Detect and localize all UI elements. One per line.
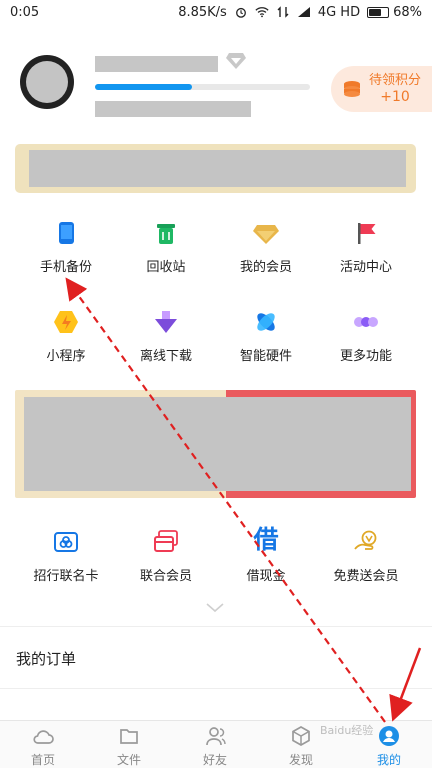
tab-label: 文件	[116, 753, 141, 767]
joint-member-card-icon	[154, 530, 178, 552]
tab-friends[interactable]: 好友	[172, 725, 258, 768]
borrow-cash-icon: 借	[253, 525, 279, 554]
tool-activity-center[interactable]: 活动中心	[316, 220, 416, 275]
recycle-bin-icon	[157, 224, 175, 244]
service-label: 招行联名卡	[33, 569, 99, 584]
service-label: 借现金	[246, 569, 286, 584]
coin-stack-icon	[344, 81, 360, 97]
section-divider	[0, 688, 432, 689]
service-joint-member[interactable]: 联合会员	[116, 529, 216, 584]
folder-icon	[120, 729, 138, 744]
net-speed: 8.85K/s	[178, 4, 227, 20]
tool-recycle-bin[interactable]: 回收站	[116, 220, 216, 275]
more-dots-icon	[354, 317, 378, 327]
signal-icon	[297, 7, 310, 17]
tab-label: 发现	[288, 753, 313, 767]
tool-more-functions[interactable]: 更多功能	[316, 309, 416, 364]
tool-label: 智能硬件	[239, 349, 292, 364]
tool-label: 离线下载	[139, 349, 192, 364]
service-free-vip[interactable]: 免费送会员	[316, 529, 416, 584]
my-orders-title[interactable]: 我的订单	[16, 648, 76, 669]
tool-label: 我的会员	[239, 260, 292, 275]
vip-diamond-icon[interactable]	[226, 52, 246, 70]
tool-mini-program[interactable]: 小程序	[16, 309, 116, 364]
friends-icon	[206, 727, 226, 746]
bank-card-icon	[54, 532, 78, 552]
promo-banner-top[interactable]	[15, 144, 416, 193]
level-progress-fill	[95, 84, 192, 90]
annotation-solid-arrow	[389, 647, 422, 722]
vip-diamond-icon	[253, 225, 279, 244]
offline-download-icon	[155, 311, 177, 333]
phone-backup-icon	[59, 222, 74, 244]
user-info-redacted	[95, 101, 251, 117]
alarm-icon	[235, 7, 246, 18]
battery-indicator: 68%	[367, 5, 422, 20]
tab-files[interactable]: 文件	[86, 725, 172, 768]
wifi-icon	[255, 7, 269, 18]
tool-my-vip[interactable]: 我的会员	[216, 220, 316, 275]
section-divider	[0, 626, 432, 627]
battery-percent: 68%	[393, 4, 422, 20]
battery-icon	[367, 6, 390, 18]
tab-label: 我的	[376, 753, 401, 767]
tool-label: 活动中心	[339, 260, 392, 275]
data-transfer-icon	[277, 6, 289, 18]
promo-banner-middle[interactable]	[15, 390, 416, 498]
service-cmb-card[interactable]: 招行联名卡	[16, 529, 116, 584]
mini-program-icon	[54, 311, 78, 333]
status-time: 0:05	[10, 4, 40, 20]
pending-points-button[interactable]: 待领积分 +10	[331, 66, 432, 112]
tool-label: 更多功能	[339, 349, 392, 364]
username-redacted	[95, 56, 218, 72]
tab-label: 首页	[30, 753, 55, 767]
pending-points-label: 待领积分	[369, 73, 422, 88]
tool-label: 小程序	[46, 349, 86, 364]
avatar[interactable]	[20, 55, 74, 109]
level-progress-bar	[95, 84, 310, 90]
flag-icon	[358, 223, 376, 244]
cloud-icon	[33, 730, 54, 744]
pending-points-value: +10	[380, 89, 410, 105]
service-label: 联合会员	[139, 569, 192, 584]
free-vip-icon	[354, 530, 377, 550]
me-icon	[379, 726, 399, 746]
banner-image-redacted	[24, 397, 411, 491]
discover-icon	[292, 726, 310, 746]
tool-offline-download[interactable]: 离线下载	[116, 309, 216, 364]
banner-image-redacted	[29, 150, 406, 187]
status-bar: 0:05 8.85K/s 4G HD 68%	[0, 0, 432, 24]
tool-label: 回收站	[146, 260, 186, 275]
service-borrow-cash[interactable]: 借 借现金	[216, 525, 316, 584]
tool-smart-hardware[interactable]: 智能硬件	[216, 309, 316, 364]
network-type: 4G HD	[317, 4, 361, 20]
avatar-image	[26, 61, 68, 103]
tool-phone-backup[interactable]: 手机备份	[16, 220, 116, 275]
chevron-down-icon[interactable]	[206, 603, 224, 613]
tab-label: 好友	[202, 753, 227, 767]
smart-hardware-icon	[257, 313, 275, 331]
tool-label: 手机备份	[39, 260, 92, 275]
watermark: Baidu经验	[320, 724, 374, 737]
service-label: 免费送会员	[333, 569, 399, 584]
tab-home[interactable]: 首页	[0, 725, 86, 768]
